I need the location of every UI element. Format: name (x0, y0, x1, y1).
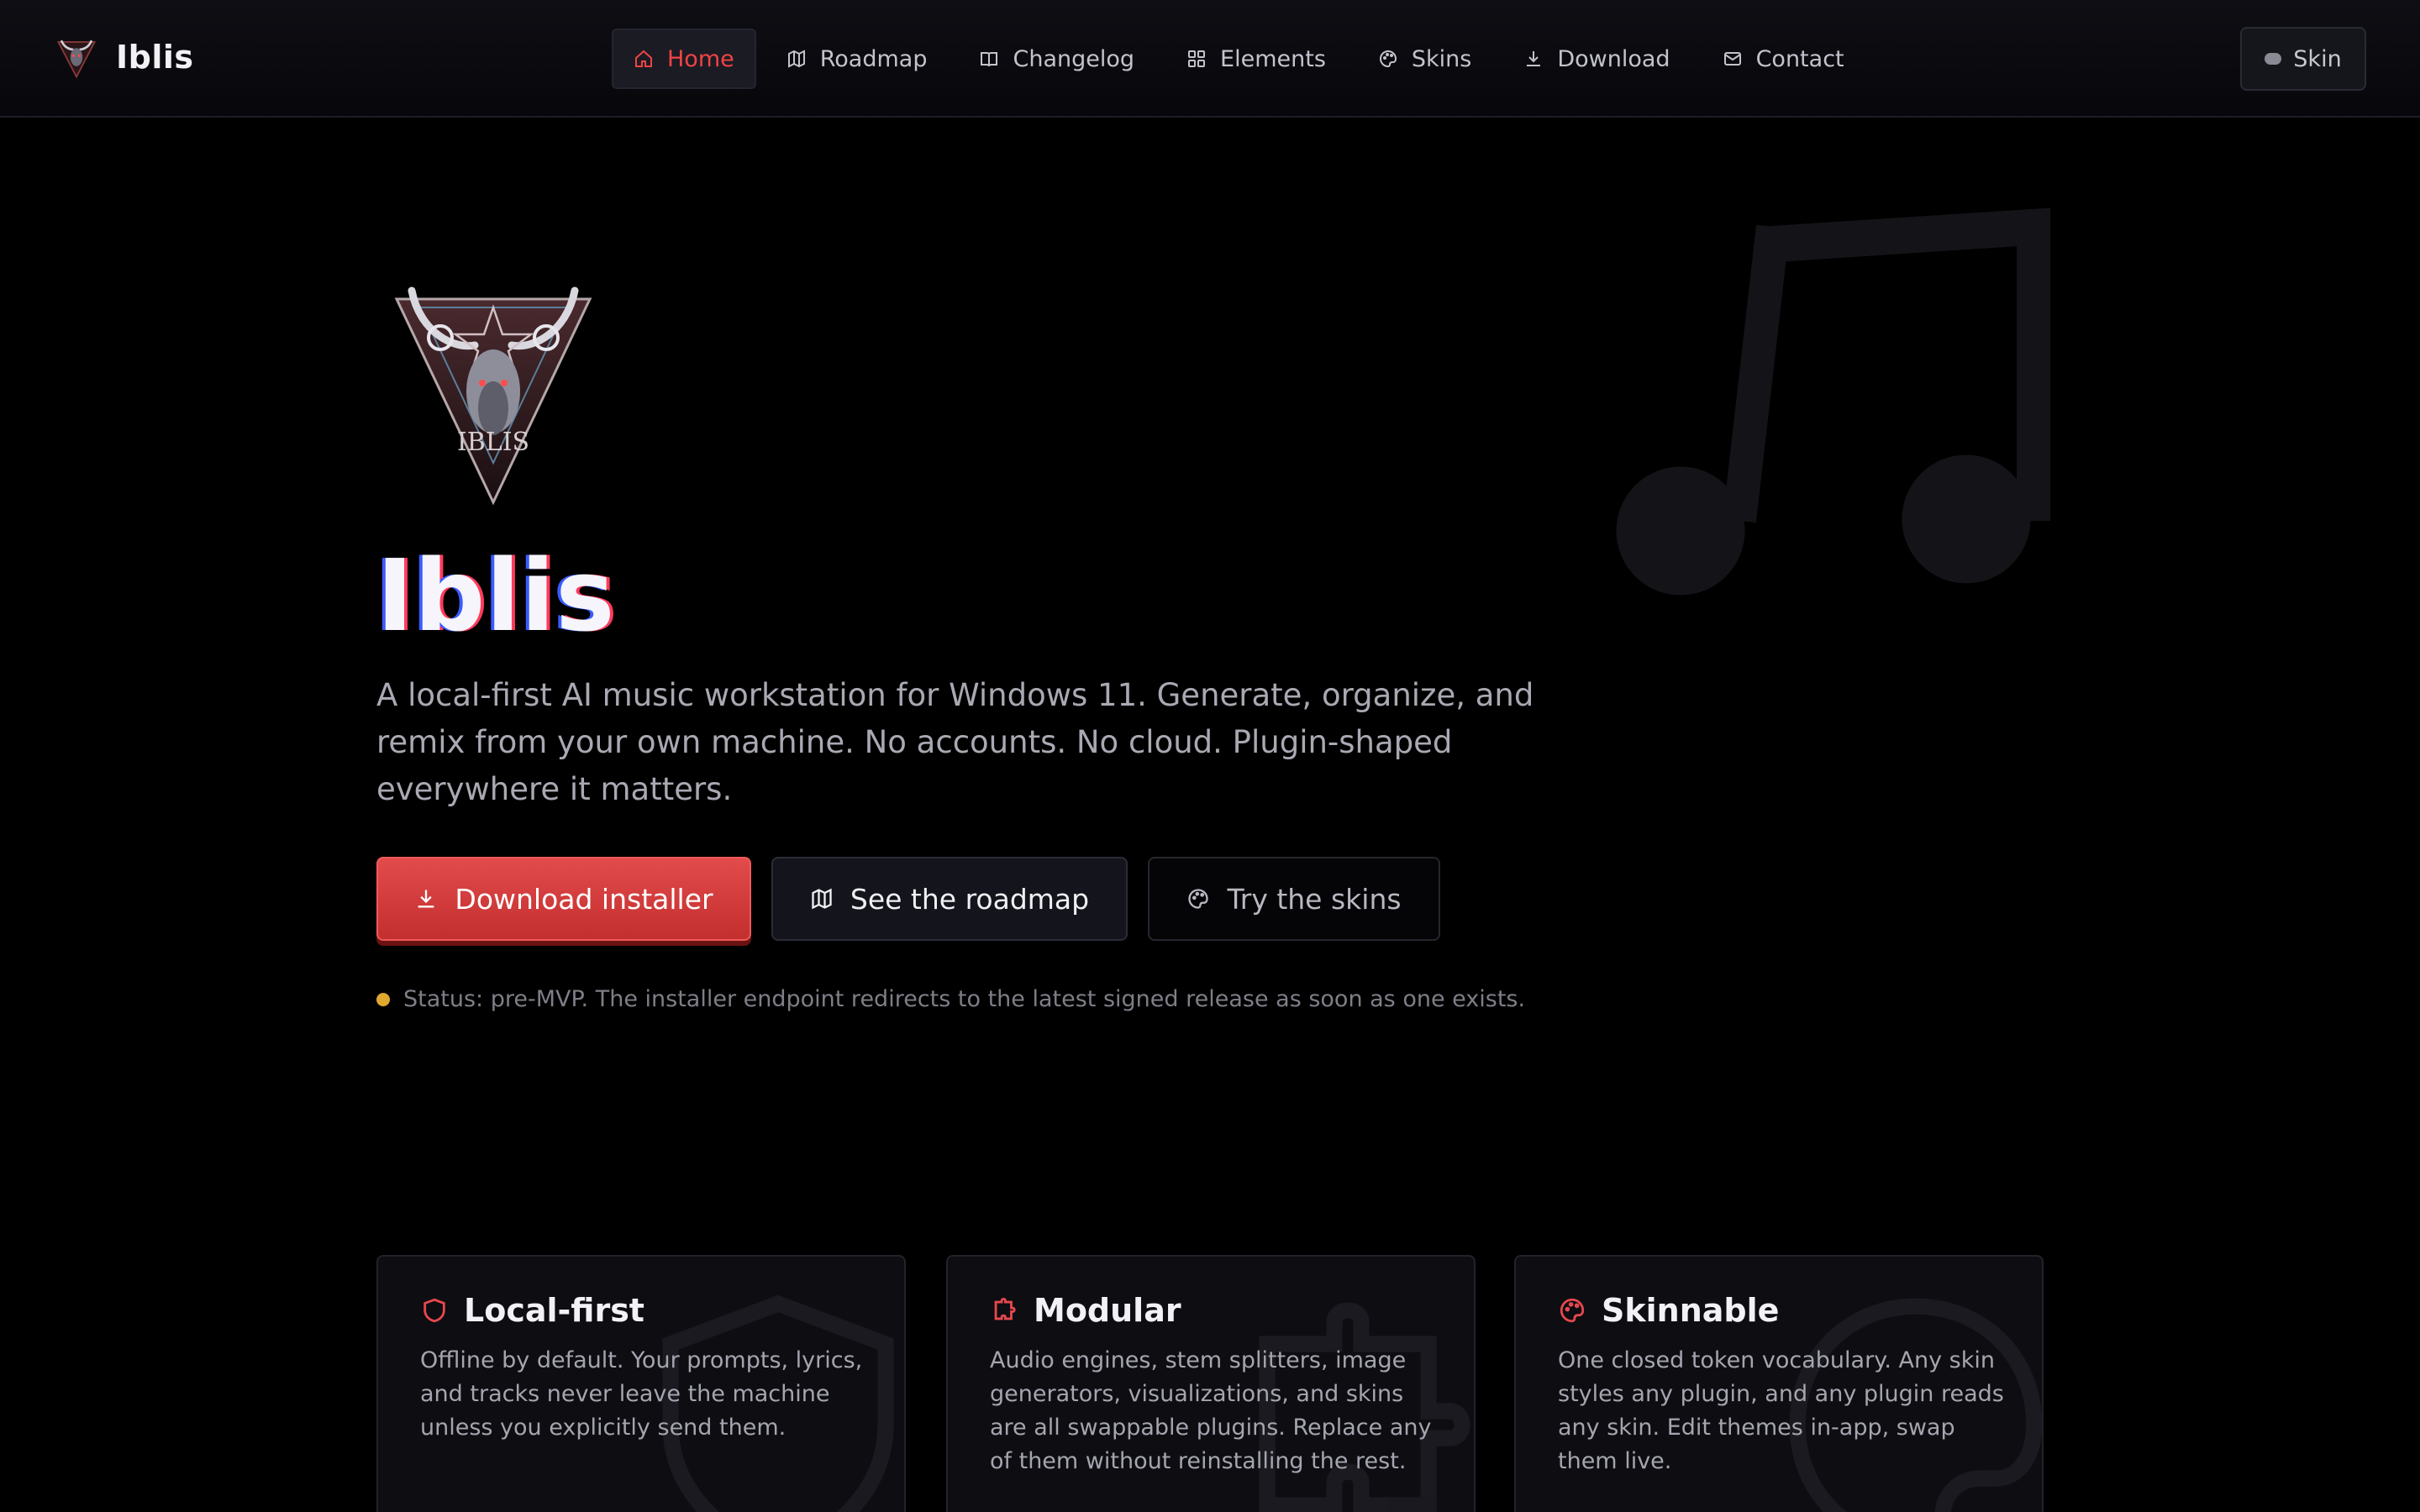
nav-skins-label: Skins (1411, 45, 1472, 72)
status-text: Status: pre-MVP. The installer endpoint … (403, 986, 1526, 1012)
nav-skins[interactable]: Skins (1356, 29, 1493, 89)
hero-title: Iblis (376, 538, 616, 654)
puzzle-icon (994, 1297, 1016, 1320)
feature-card-header: Local-first (420, 1292, 644, 1329)
try-skins-button[interactable]: Try the skins (1148, 857, 1440, 941)
palette-icon (1560, 1298, 1585, 1323)
status-notice: Status: pre-MVP. The installer endpoint … (376, 986, 1525, 1012)
nav-roadmap[interactable]: Roadmap (765, 29, 950, 89)
feature-description: Audio engines, stem splitters, image gen… (990, 1347, 1432, 1474)
skin-button-label: Skin (2293, 45, 2342, 72)
see-roadmap-label: See the roadmap (850, 882, 1090, 916)
skin-switcher-button[interactable]: Skin (2240, 27, 2366, 91)
nav-changelog[interactable]: Changelog (957, 29, 1156, 89)
feature-card-header: Modular (990, 1292, 1181, 1329)
music-note-icon (1616, 207, 2050, 596)
feature-title: Local-first (464, 1292, 644, 1329)
nav-home[interactable]: Home (612, 29, 756, 89)
map-icon (812, 888, 832, 910)
nav-changelog-label: Changelog (1013, 45, 1135, 72)
book-icon (981, 52, 998, 67)
palette-icon (1188, 889, 1209, 909)
feature-description: One closed token vocabulary. Any skin st… (1558, 1347, 2004, 1474)
brand-name: Iblis (116, 39, 194, 76)
download-installer-button[interactable]: Download installer (376, 857, 751, 941)
grid-icon (1188, 50, 1206, 67)
see-roadmap-button[interactable]: See the roadmap (771, 857, 1128, 941)
nav-elements[interactable]: Elements (1165, 29, 1348, 89)
hero-description: A local-first AI music workstation for W… (376, 677, 1534, 807)
feature-description: Offline by default. Your prompts, lyrics… (420, 1347, 863, 1441)
map-icon (787, 50, 805, 68)
iblis-emblem-logo: IBLIS (394, 286, 592, 506)
nav-elements-label: Elements (1220, 45, 1326, 72)
palette-icon (1379, 50, 1397, 68)
feature-card-modular: Modular Audio engines, stem splitters, i… (946, 1255, 1476, 1512)
download-icon (1527, 51, 1541, 66)
feature-title: Skinnable (1602, 1292, 1780, 1329)
feature-title: Modular (1034, 1292, 1181, 1329)
status-indicator-dot (376, 992, 390, 1006)
home-icon (635, 50, 652, 67)
emblem-logo-text: IBLIS (457, 428, 529, 457)
toggle-pill-icon (2265, 53, 2282, 65)
nav-contact[interactable]: Contact (1701, 29, 1866, 89)
nav-download-label: Download (1557, 45, 1670, 72)
top-navigation-bar: Iblis Home Roadmap Changelog Elements Sk… (0, 0, 2420, 118)
nav-contact-label: Contact (1755, 45, 1844, 72)
mail-icon (1723, 52, 1741, 66)
feature-card-local-first: Local-first Offline by default. Your pro… (376, 1255, 906, 1512)
shield-icon (424, 1298, 445, 1323)
feature-card-skinnable: Skinnable One closed token vocabulary. A… (1514, 1255, 2044, 1512)
download-icon (418, 890, 434, 908)
brand-home-link[interactable]: Iblis (54, 30, 194, 84)
feature-card-header: Skinnable (1558, 1292, 1779, 1329)
try-skins-label: Try the skins (1227, 882, 1402, 916)
nav-roadmap-label: Roadmap (819, 45, 928, 72)
nav-download[interactable]: Download (1502, 29, 1691, 89)
nav-home-label: Home (667, 45, 734, 72)
main-nav: Home Roadmap Changelog Elements Skins Do… (612, 29, 1866, 89)
demon-goat-logo-icon (56, 39, 97, 79)
download-installer-label: Download installer (455, 882, 713, 916)
